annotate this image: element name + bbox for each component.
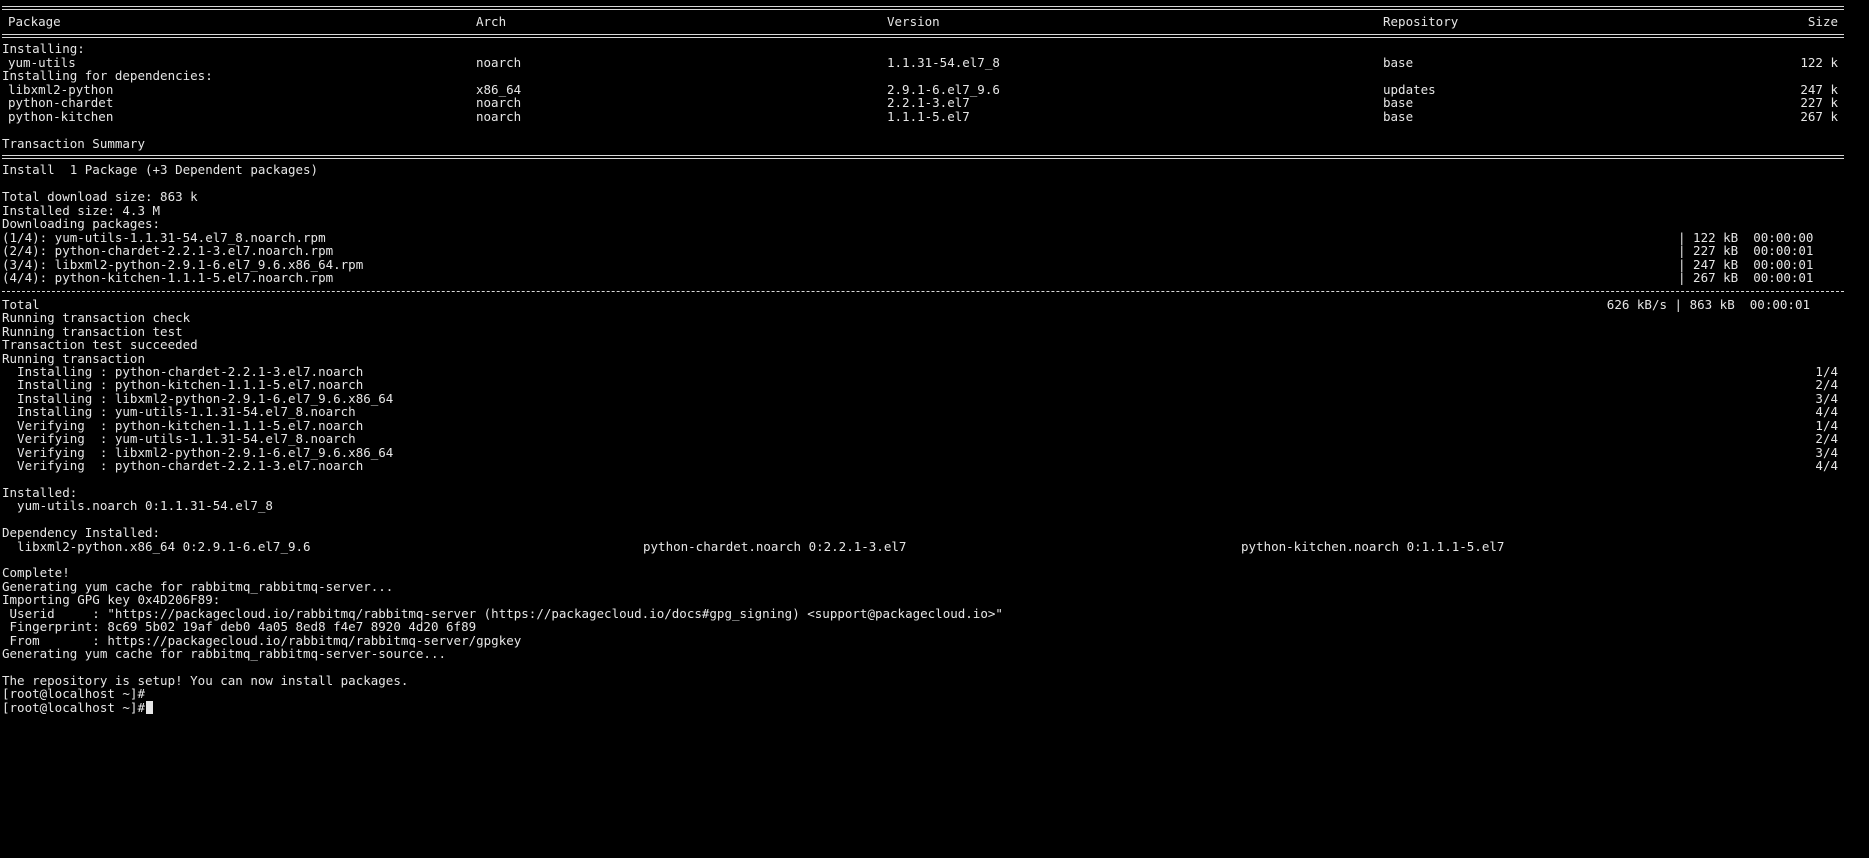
- deps-label: Installing for dependencies:: [2, 68, 213, 83]
- row-package: python-kitchen: [8, 109, 114, 124]
- step-count: 2/4: [1815, 377, 1838, 392]
- header-version: Version: [887, 14, 940, 29]
- dependency-item: python-chardet.noarch 0:2.2.1-3.el7: [643, 539, 907, 554]
- separator-dashed: [2, 291, 1844, 292]
- row-version: 1.1.31-54.el7_8: [887, 55, 1000, 70]
- transaction-step: Installing : yum-utils-1.1.31-54.el7_8.n…: [2, 404, 356, 419]
- shell-prompt-active[interactable]: [root@localhost ~]#: [2, 701, 153, 715]
- separator-double: [2, 34, 1844, 38]
- download-file: (4/4): python-kitchen-1.1.1-5.el7.noarch…: [2, 270, 334, 285]
- step-count: 4/4: [1815, 458, 1838, 473]
- header-arch: Arch: [476, 14, 507, 29]
- header-package: Package: [8, 14, 61, 29]
- row-version: 2.2.1-3.el7: [887, 95, 970, 110]
- row-arch: noarch: [476, 55, 522, 70]
- row-size: 267 k: [1800, 109, 1838, 124]
- installed-item: yum-utils.noarch 0:1.1.31-54.el7_8: [2, 498, 273, 513]
- prompt-text: [root@localhost ~]#: [2, 700, 145, 715]
- dependency-item: libxml2-python.x86_64 0:2.9.1-6.el7_9.6: [2, 539, 311, 554]
- row-version: 1.1.1-5.el7: [887, 109, 970, 124]
- row-size: 122 k: [1800, 55, 1838, 70]
- download-stats: | 227 kB 00:00:01: [1678, 243, 1814, 258]
- separator-double: [2, 6, 1844, 10]
- gen-cache-source-line: Generating yum cache for rabbitmq_rabbit…: [2, 646, 447, 661]
- separator-double: [2, 155, 1844, 159]
- row-repository: base: [1383, 55, 1414, 70]
- row-size: 227 k: [1800, 95, 1838, 110]
- step-count: 2/4: [1815, 431, 1838, 446]
- header-repository: Repository: [1383, 14, 1459, 29]
- header-size: Size: [1807, 14, 1838, 29]
- summary-install-line: Install 1 Package (+3 Dependent packages…: [2, 162, 319, 177]
- row-arch: noarch: [476, 109, 522, 124]
- transaction-step: Verifying : python-chardet-2.2.1-3.el7.n…: [2, 458, 364, 473]
- summary-title: Transaction Summary: [2, 136, 145, 151]
- downloading-label: Downloading packages:: [2, 216, 161, 231]
- shell-prompt: [root@localhost ~]#: [2, 686, 145, 701]
- terminal-window[interactable]: Package Arch Version Repository Size Ins…: [0, 0, 1869, 858]
- transaction-step: Installing : python-kitchen-1.1.1-5.el7.…: [2, 377, 364, 392]
- transaction-test-ok: Transaction test succeeded: [2, 337, 198, 352]
- download-file: (2/4): python-chardet-2.2.1-3.el7.noarch…: [2, 243, 334, 258]
- step-count: 4/4: [1815, 404, 1838, 419]
- import-key-line: Importing GPG key 0x4D206F89:: [2, 592, 221, 607]
- installing-label: Installing:: [2, 41, 85, 56]
- row-repository: base: [1383, 95, 1414, 110]
- total-download-size: Total download size: 863 k: [2, 189, 198, 204]
- row-package: python-chardet: [8, 95, 114, 110]
- download-stats: | 267 kB 00:00:01: [1678, 270, 1814, 285]
- fingerprint-line: Fingerprint: 8c69 5b02 19af deb0 4a05 8e…: [2, 619, 477, 634]
- complete-line: Complete!: [2, 565, 70, 580]
- row-repository: base: [1383, 109, 1414, 124]
- dependency-item: python-kitchen.noarch 0:1.1.1-5.el7: [1241, 539, 1505, 554]
- transaction-step: Verifying : yum-utils-1.1.31-54.el7_8.no…: [2, 431, 356, 446]
- dependency-installed-label: Dependency Installed:: [2, 525, 161, 540]
- total-stats: 626 kB/s | 863 kB 00:00:01: [1606, 297, 1810, 312]
- text-cursor: [146, 701, 153, 714]
- transaction-check: Running transaction check: [2, 310, 191, 325]
- row-arch: noarch: [476, 95, 522, 110]
